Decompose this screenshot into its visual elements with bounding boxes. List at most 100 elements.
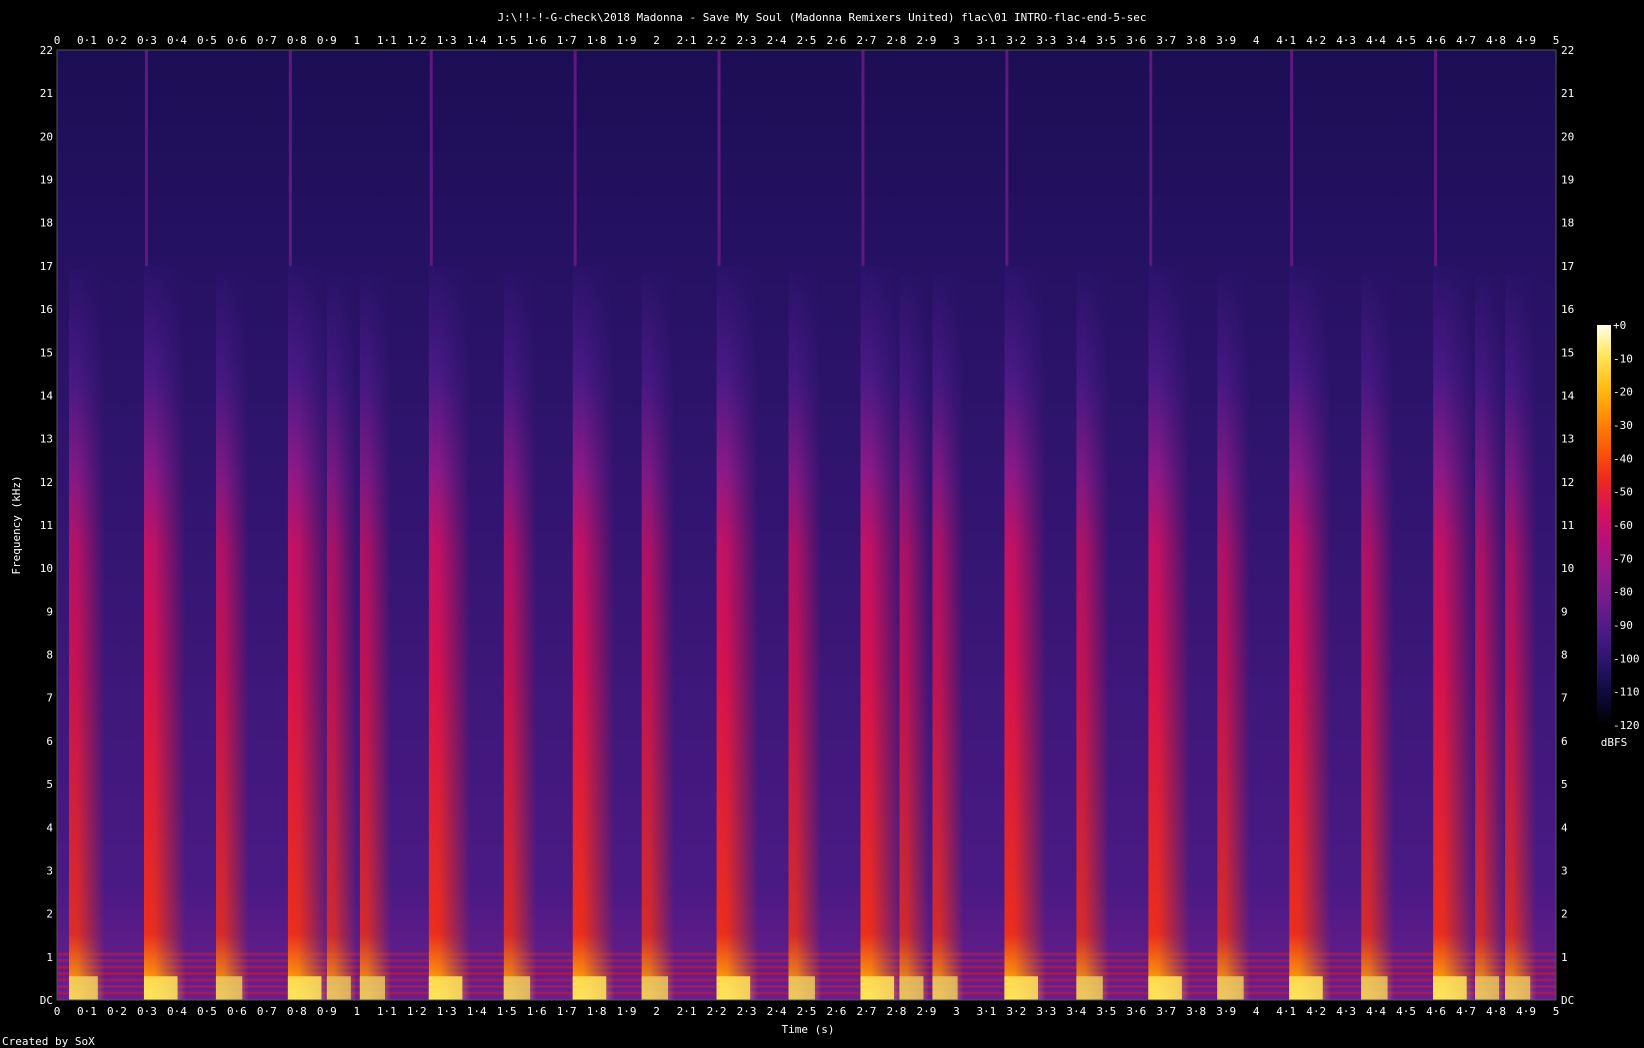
- y-tick-label: 15: [1561, 346, 1574, 359]
- x-tick-label: 1·7: [557, 34, 577, 47]
- y-tick-label: 10: [40, 562, 53, 575]
- x-tick-label: 0·7: [257, 1005, 277, 1018]
- x-tick-label: 4: [1253, 1005, 1260, 1018]
- x-tick-label: 0·1: [77, 34, 97, 47]
- transient-band: [1076, 272, 1110, 1000]
- spectrogram-chart: J:\!!-!-G-check\2018 Madonna - Save My S…: [2, 11, 1640, 1048]
- x-tick-label: 1·4: [467, 1005, 487, 1018]
- colorbar-tick-label: -60: [1613, 519, 1633, 532]
- colorbar-tick-label: -110: [1613, 686, 1640, 699]
- x-tick-label: 2·4: [767, 34, 787, 47]
- x-tick-label: 3·5: [1096, 1005, 1116, 1018]
- colorbar-tick-label: -40: [1613, 452, 1633, 465]
- x-tick-label: 1·6: [527, 1005, 547, 1018]
- x-tick-label: 1·2: [407, 1005, 427, 1018]
- y-tick-label: 21: [40, 87, 53, 100]
- x-tick-label: 0·8: [287, 34, 307, 47]
- y-tick-label: 6: [1561, 735, 1568, 748]
- x-tick-label: 4·5: [1396, 1005, 1416, 1018]
- y-tick-label: 1: [1561, 951, 1568, 964]
- transient-band: [215, 272, 249, 1000]
- colorbar-tick-label: -30: [1613, 419, 1633, 432]
- x-tick-label: 0·6: [227, 1005, 247, 1018]
- x-tick-label: 4·4: [1366, 34, 1386, 47]
- x-tick-label: 1: [353, 34, 360, 47]
- x-tick-label: 3·1: [976, 1005, 996, 1018]
- y-tick-label: 8: [1561, 649, 1568, 662]
- x-tick-label: 2·6: [827, 34, 847, 47]
- x-tick-label: 3·9: [1216, 1005, 1236, 1018]
- y-tick-label: 19: [40, 174, 53, 187]
- x-tick-label: 4·7: [1456, 1005, 1476, 1018]
- y-tick-label: 4: [46, 821, 53, 834]
- x-tick-label: 2·9: [916, 1005, 936, 1018]
- x-tick-label: 3·9: [1216, 34, 1236, 47]
- y-tick-label: DC: [40, 994, 53, 1007]
- y-tick-label: 20: [1561, 130, 1574, 143]
- y-tick-label: 7: [46, 692, 53, 705]
- x-tick-label: 3·3: [1036, 1005, 1056, 1018]
- x-tick-label: 3·8: [1186, 1005, 1206, 1018]
- x-tick-label: 4·6: [1426, 34, 1446, 47]
- x-tick-label: 3·5: [1096, 34, 1116, 47]
- colorbar-gradient: [1597, 325, 1611, 725]
- x-tick-label: 0·8: [287, 1005, 307, 1018]
- y-tick-label: 4: [1561, 821, 1568, 834]
- x-tick-label: 3·2: [1006, 34, 1026, 47]
- transient-band: [1505, 273, 1537, 1000]
- x-tick-label: 2: [653, 1005, 660, 1018]
- y-tick-label: 12: [40, 476, 53, 489]
- x-tick-label: 0·7: [257, 34, 277, 47]
- x-tick-label: 0·9: [317, 34, 337, 47]
- x-tick-label: 2·3: [737, 1005, 757, 1018]
- x-tick-label: 1·7: [557, 1005, 577, 1018]
- y-tick-label: 16: [1561, 303, 1574, 316]
- transient-band: [1361, 272, 1395, 1000]
- x-tick-label: 1·9: [617, 1005, 637, 1018]
- y-tick-label: 12: [1561, 476, 1574, 489]
- transient-band: [899, 274, 930, 1001]
- x-tick-label: 4·7: [1456, 34, 1476, 47]
- x-tick-label: 0: [54, 1005, 61, 1018]
- y-tick-label: 19: [1561, 174, 1574, 187]
- y-tick-label: 2: [46, 908, 53, 921]
- x-tick-label: 0·2: [107, 34, 127, 47]
- y-tick-label: 14: [40, 389, 54, 402]
- x-tick-label: 3·8: [1186, 34, 1206, 47]
- x-tick-label: 0·3: [137, 34, 157, 47]
- x-tick-label: 2·2: [707, 1005, 727, 1018]
- y-tick-label: 8: [46, 649, 53, 662]
- x-tick-label: 4·3: [1336, 1005, 1356, 1018]
- x-tick-label: 3·7: [1156, 34, 1176, 47]
- y-tick-label: 9: [46, 605, 53, 618]
- y-tick-label: 16: [40, 303, 53, 316]
- x-tick-label: 4·2: [1306, 34, 1326, 47]
- x-tick-label: 2·8: [887, 1005, 907, 1018]
- y-axis-label: Frequency (kHz): [10, 475, 23, 574]
- y-tick-label: 15: [40, 346, 53, 359]
- x-tick-label: 0·1: [77, 1005, 97, 1018]
- x-tick-label: 2: [653, 34, 660, 47]
- y-tick-label: 21: [1561, 87, 1574, 100]
- y-tick-label: 18: [40, 217, 53, 230]
- x-tick-label: 3·2: [1006, 1005, 1026, 1018]
- colorbar-tick-label: -70: [1613, 552, 1633, 565]
- x-tick-label: 0·3: [137, 1005, 157, 1018]
- x-tick-label: 4: [1253, 34, 1260, 47]
- x-tick-label: 4·3: [1336, 34, 1356, 47]
- x-tick-label: 0·4: [167, 1005, 187, 1018]
- x-tick-label: 4·9: [1516, 34, 1536, 47]
- y-tick-label: 17: [1561, 260, 1574, 273]
- x-tick-label: 2·9: [916, 34, 936, 47]
- x-tick-label: 3: [953, 34, 960, 47]
- y-tick-label: 10: [1561, 562, 1574, 575]
- x-tick-label: 2·5: [797, 1005, 817, 1018]
- x-tick-label: 4·2: [1306, 1005, 1326, 1018]
- y-tick-label: 7: [1561, 692, 1568, 705]
- y-tick-label: 6: [46, 735, 53, 748]
- x-tick-label: 3·4: [1066, 1005, 1086, 1018]
- x-tick-label: 3: [953, 1005, 960, 1018]
- y-tick-label: 17: [40, 260, 53, 273]
- x-tick-label: 3·4: [1066, 34, 1086, 47]
- x-tick-label: 1·3: [437, 34, 457, 47]
